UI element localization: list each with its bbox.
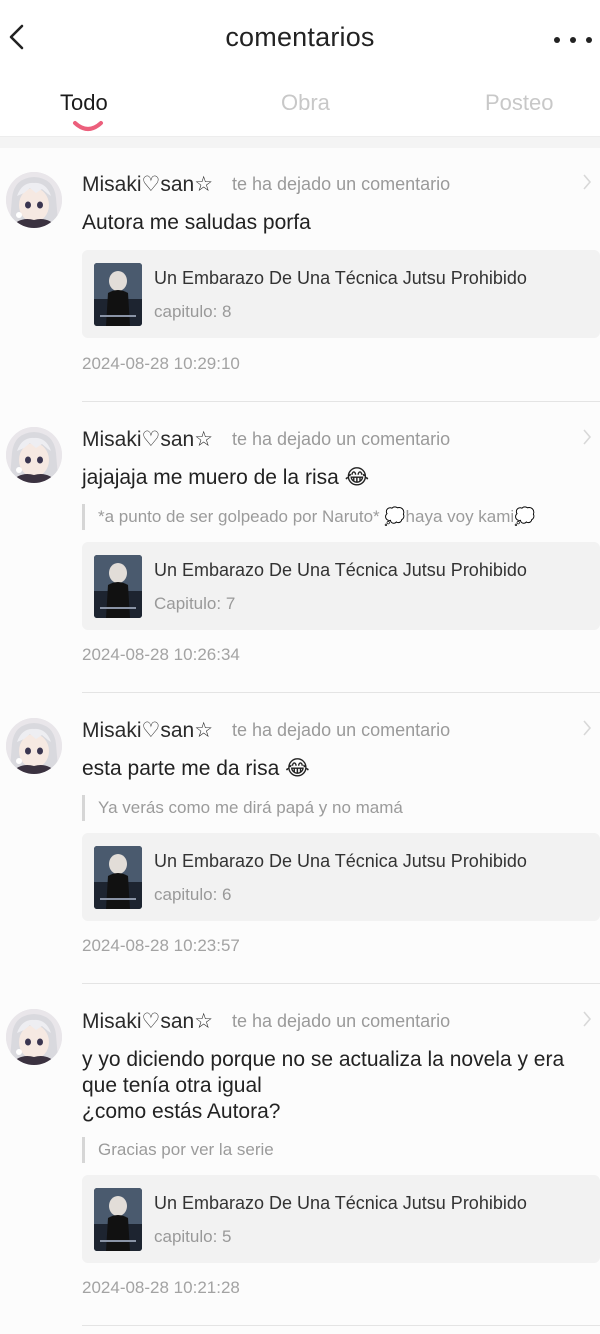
action-text: te ha dejado un comentario bbox=[232, 174, 451, 194]
notification-list: Misaki♡san☆ te ha dejado un comentario A… bbox=[0, 148, 600, 1334]
username[interactable]: Misaki♡san☆ bbox=[82, 718, 213, 743]
comment-text: y yo diciendo porque no se actualiza la … bbox=[82, 1048, 565, 1123]
quoted-text: *a punto de ser golpeado por Naruto* 💭ha… bbox=[82, 504, 592, 530]
chevron-right-icon bbox=[583, 429, 592, 445]
avatar-image bbox=[6, 427, 62, 483]
comment-text: Autora me saludas porfa bbox=[82, 211, 311, 234]
work-chapter: Capitulo: 7 bbox=[154, 594, 236, 613]
section-divider bbox=[0, 136, 600, 148]
username[interactable]: Misaki♡san☆ bbox=[82, 172, 213, 197]
tab-bar: Todo Obra Posteo bbox=[0, 80, 600, 136]
work-card[interactable]: Un Embarazo De Una Técnica Jutsu Prohibi… bbox=[82, 542, 600, 630]
book-cover bbox=[94, 555, 142, 618]
more-dots-icon bbox=[554, 37, 560, 43]
avatar[interactable] bbox=[6, 172, 62, 228]
top-bar: comentarios bbox=[0, 0, 600, 80]
list-item[interactable]: Misaki♡san☆ te ha dejado un comentario A… bbox=[0, 148, 600, 402]
book-cover bbox=[94, 1188, 142, 1251]
quoted-text: Ya verás como me dirá papá y no mamá bbox=[82, 795, 592, 821]
more-options-button[interactable] bbox=[554, 28, 592, 52]
timestamp: 2024-08-28 10:23:57 bbox=[82, 936, 240, 955]
list-item[interactable]: Misaki♡san☆ te ha dejado un comentario e… bbox=[0, 693, 600, 984]
avatar-image bbox=[6, 718, 62, 774]
tab-obra[interactable]: Obra bbox=[281, 90, 330, 116]
work-chapter: capitulo: 5 bbox=[154, 1227, 232, 1246]
comment-text: esta parte me da risa 😂 bbox=[82, 757, 310, 780]
comment-text: jajajaja me muero de la risa 😂 bbox=[82, 466, 370, 489]
avatar-image bbox=[6, 172, 62, 228]
work-chapter: capitulo: 8 bbox=[154, 302, 232, 321]
work-chapter: capitulo: 6 bbox=[154, 885, 232, 904]
page-title: comentarios bbox=[225, 22, 375, 52]
quoted-text: Gracias por ver la serie bbox=[82, 1137, 592, 1163]
action-text: te ha dejado un comentario bbox=[232, 720, 451, 740]
list-item[interactable]: Misaki♡san☆ te ha dejado un comentario y… bbox=[0, 984, 600, 1334]
username[interactable]: Misaki♡san☆ bbox=[82, 1009, 213, 1034]
work-card[interactable]: Un Embarazo De Una Técnica Jutsu Prohibi… bbox=[82, 1175, 600, 1263]
chevron-right-icon bbox=[583, 174, 592, 190]
book-cover bbox=[94, 263, 142, 326]
timestamp: 2024-08-28 10:29:10 bbox=[82, 354, 240, 373]
avatar[interactable] bbox=[6, 1009, 62, 1065]
tab-todo[interactable]: Todo bbox=[60, 90, 108, 116]
work-title: Un Embarazo De Una Técnica Jutsu Prohibi… bbox=[154, 560, 527, 580]
work-title: Un Embarazo De Una Técnica Jutsu Prohibi… bbox=[154, 1193, 527, 1213]
chevron-right-icon bbox=[583, 1011, 592, 1027]
book-cover bbox=[94, 846, 142, 909]
avatar[interactable] bbox=[6, 718, 62, 774]
active-tab-indicator bbox=[73, 121, 103, 131]
timestamp: 2024-08-28 10:26:34 bbox=[82, 645, 240, 664]
action-text: te ha dejado un comentario bbox=[232, 429, 451, 449]
work-title: Un Embarazo De Una Técnica Jutsu Prohibi… bbox=[154, 851, 527, 871]
work-title: Un Embarazo De Una Técnica Jutsu Prohibi… bbox=[154, 268, 527, 288]
tab-posteo[interactable]: Posteo bbox=[485, 90, 554, 116]
timestamp: 2024-08-28 10:21:28 bbox=[82, 1278, 240, 1297]
avatar[interactable] bbox=[6, 427, 62, 483]
chevron-right-icon bbox=[583, 720, 592, 736]
work-card[interactable]: Un Embarazo De Una Técnica Jutsu Prohibi… bbox=[82, 250, 600, 338]
list-item[interactable]: Misaki♡san☆ te ha dejado un comentario j… bbox=[0, 402, 600, 693]
action-text: te ha dejado un comentario bbox=[232, 1011, 451, 1031]
work-card[interactable]: Un Embarazo De Una Técnica Jutsu Prohibi… bbox=[82, 833, 600, 921]
divider bbox=[82, 1325, 600, 1326]
username[interactable]: Misaki♡san☆ bbox=[82, 427, 213, 452]
avatar-image bbox=[6, 1009, 62, 1065]
